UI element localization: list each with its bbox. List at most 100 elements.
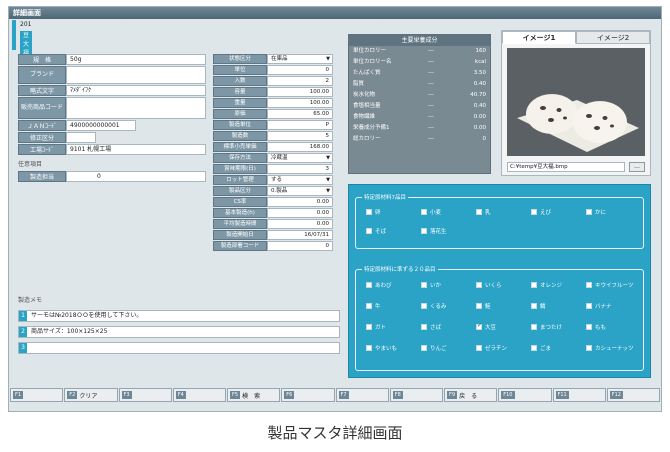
- allergen-checkbox[interactable]: あわび: [366, 281, 392, 289]
- spec-input[interactable]: 50g: [66, 54, 206, 65]
- allergen-checkbox[interactable]: 鯖: [531, 302, 546, 310]
- note-line[interactable]: 3: [18, 342, 340, 354]
- checkbox-icon[interactable]: [366, 228, 372, 234]
- allergen-checkbox[interactable]: くるみ: [421, 302, 446, 310]
- checkbox-icon[interactable]: [366, 324, 372, 330]
- function-key-f10[interactable]: F10: [498, 388, 552, 402]
- revision-input[interactable]: [66, 132, 96, 143]
- sales-code-input[interactable]: [66, 97, 206, 119]
- function-key-f5[interactable]: F5 検 索: [227, 388, 281, 402]
- allergen-checkbox[interactable]: 大豆: [476, 322, 496, 331]
- checkbox-icon[interactable]: [421, 282, 427, 288]
- function-key-f4[interactable]: F4: [172, 388, 226, 402]
- spec-input[interactable]: 2: [267, 76, 333, 86]
- function-key-f1[interactable]: F1: [10, 388, 64, 402]
- checkbox-icon[interactable]: [531, 303, 537, 309]
- allergen-checkbox[interactable]: 落花生: [421, 227, 447, 235]
- tab-image-1[interactable]: イメージ1: [502, 31, 576, 44]
- browse-button[interactable]: ...: [629, 162, 645, 172]
- allergen-checkbox[interactable]: 卵: [366, 208, 381, 216]
- checkbox-icon[interactable]: [421, 324, 427, 330]
- factory-code-input[interactable]: 9101 札幌工場: [66, 144, 206, 155]
- short-name-input[interactable]: ﾏﾒﾀﾞｲﾌｸ: [66, 85, 206, 96]
- checkbox-icon[interactable]: [366, 303, 372, 309]
- checkbox-icon[interactable]: [531, 282, 537, 288]
- note-line[interactable]: 1 サーモは№2018ＯＯを使用して下さい。: [18, 310, 340, 322]
- allergen-checkbox[interactable]: ガト: [366, 323, 386, 331]
- spec-select[interactable]: 在庫品: [267, 54, 333, 64]
- spec-input[interactable]: 0: [267, 241, 333, 251]
- function-key-f2[interactable]: F2 クリア: [64, 388, 118, 402]
- allergen-checkbox[interactable]: さば: [421, 323, 441, 331]
- checkbox-icon[interactable]: [586, 324, 592, 330]
- spec-input[interactable]: 168.00: [267, 142, 333, 152]
- function-key-f9[interactable]: F9 戻 る: [444, 388, 498, 402]
- checkbox-icon[interactable]: [421, 228, 427, 234]
- checkbox-icon[interactable]: [421, 345, 427, 351]
- checkbox-icon[interactable]: [366, 209, 372, 215]
- checkbox-icon[interactable]: [476, 322, 482, 330]
- allergen-checkbox[interactable]: やまいも: [366, 344, 397, 352]
- allergen-checkbox[interactable]: もも: [586, 323, 606, 331]
- checkbox-icon[interactable]: [586, 282, 592, 288]
- function-key-f3[interactable]: F3: [118, 388, 172, 402]
- checkbox-icon[interactable]: [531, 324, 537, 330]
- allergen-checkbox[interactable]: 乳: [476, 208, 491, 216]
- tab-image-2[interactable]: イメージ2: [576, 31, 650, 44]
- function-key-f8[interactable]: F8: [389, 388, 443, 402]
- allergen-checkbox[interactable]: 鮭: [476, 302, 491, 310]
- spec-select[interactable]: する: [267, 175, 333, 185]
- note-line[interactable]: 2 商品サイズ：100×125×25: [18, 326, 340, 338]
- spec-row: 賞味期限(日) 3: [213, 164, 333, 174]
- spec-input[interactable]: 0.00: [267, 219, 333, 229]
- checkbox-icon[interactable]: [476, 303, 482, 309]
- checkbox-icon[interactable]: [586, 303, 592, 309]
- checkbox-icon[interactable]: [366, 345, 372, 351]
- allergen-checkbox[interactable]: ゼラチン: [476, 344, 507, 352]
- checkbox-icon[interactable]: [476, 209, 482, 215]
- jan-code-input[interactable]: 4900000000001: [66, 120, 136, 131]
- function-key-f11[interactable]: F11: [552, 388, 606, 402]
- checkbox-icon[interactable]: [531, 345, 537, 351]
- checkbox-icon[interactable]: [531, 209, 537, 215]
- allergen-checkbox[interactable]: そば: [366, 227, 386, 235]
- spec-input[interactable]: 0: [267, 65, 333, 75]
- checkbox-icon[interactable]: [476, 282, 482, 288]
- function-key-f12[interactable]: F12: [606, 388, 660, 402]
- checkbox-icon[interactable]: [586, 209, 592, 215]
- checkbox-icon[interactable]: [476, 345, 482, 351]
- allergen-checkbox[interactable]: いくら: [476, 281, 502, 289]
- image-path-field[interactable]: C:¥temp¥豆大福.bmp: [507, 162, 625, 172]
- spec-input[interactable]: 16/07/31: [267, 230, 333, 240]
- allergen-checkbox[interactable]: バナナ: [586, 302, 612, 310]
- function-key-f7[interactable]: F7: [335, 388, 389, 402]
- checkbox-icon[interactable]: [366, 282, 372, 288]
- checkbox-icon[interactable]: [586, 345, 592, 351]
- allergen-checkbox[interactable]: えび: [531, 208, 551, 216]
- spec-input[interactable]: P: [267, 120, 333, 130]
- allergen-checkbox[interactable]: かに: [586, 208, 606, 216]
- checkbox-icon[interactable]: [421, 209, 427, 215]
- allergen-checkbox[interactable]: まつたけ: [531, 323, 562, 331]
- allergen-checkbox[interactable]: いか: [421, 281, 441, 289]
- spec-input[interactable]: 0.00: [267, 197, 333, 207]
- staff-input[interactable]: 0: [66, 171, 206, 182]
- spec-input[interactable]: 100.00: [267, 98, 333, 108]
- spec-input[interactable]: 100.00: [267, 87, 333, 97]
- spec-select[interactable]: 冷蔵温: [267, 153, 333, 163]
- spec-input[interactable]: 0.00: [267, 208, 333, 218]
- allergen-checkbox[interactable]: カシューナッツ: [586, 344, 634, 352]
- allergen-checkbox[interactable]: オレンジ: [531, 281, 562, 289]
- allergen-checkbox[interactable]: キウイフルーツ: [586, 281, 633, 289]
- allergen-checkbox[interactable]: 小麦: [421, 208, 441, 216]
- checkbox-icon[interactable]: [421, 303, 427, 309]
- spec-input[interactable]: 65.00: [267, 109, 333, 119]
- function-key-f6[interactable]: F6: [281, 388, 335, 402]
- allergen-checkbox[interactable]: りんご: [421, 344, 447, 352]
- spec-input[interactable]: 3: [267, 164, 333, 174]
- allergen-checkbox[interactable]: 牛: [366, 302, 381, 310]
- spec-input[interactable]: 5: [267, 131, 333, 141]
- spec-select[interactable]: 0.製品: [267, 186, 333, 196]
- allergen-checkbox[interactable]: ごま: [531, 344, 551, 352]
- brand-input[interactable]: [66, 66, 206, 84]
